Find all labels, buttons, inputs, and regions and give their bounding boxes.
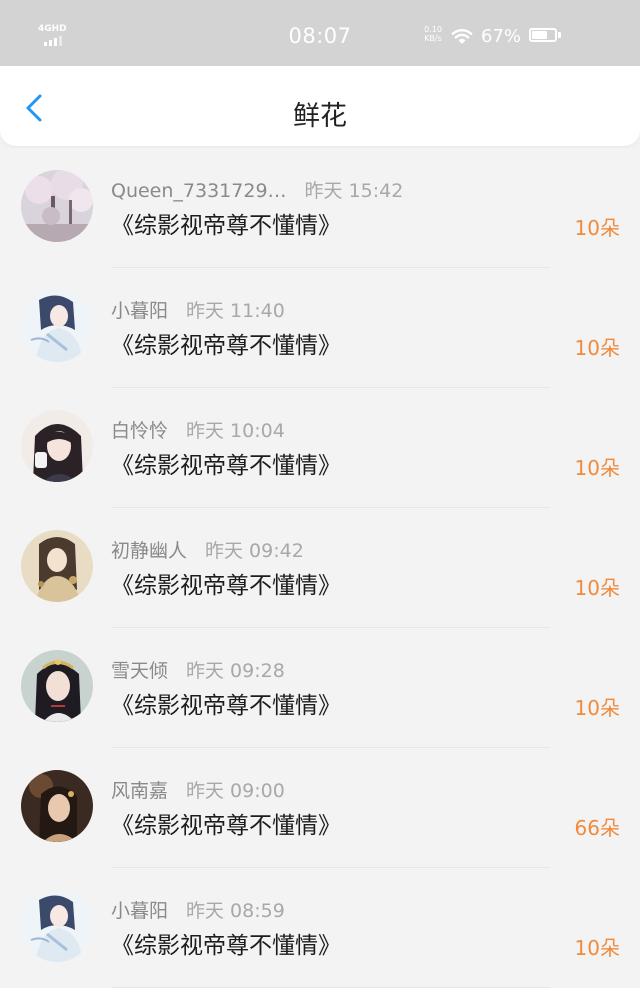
book-title: 《综影视帝尊不懂情》 — [111, 213, 341, 239]
battery-icon — [529, 28, 557, 42]
list-item[interactable]: 风南嘉 昨天 09:00 《综影视帝尊不懂情》 66朵 — [0, 748, 640, 868]
timestamp: 昨天 09:00 — [186, 780, 285, 802]
timestamp: 昨天 09:42 — [205, 540, 304, 562]
book-title: 《综影视帝尊不懂情》 — [111, 693, 341, 719]
timestamp: 昨天 15:42 — [304, 180, 404, 202]
flower-amount: 10朵 — [574, 696, 620, 720]
flower-amount: 10朵 — [574, 216, 620, 240]
avatar[interactable] — [21, 410, 93, 482]
username: 雪天倾 — [111, 660, 169, 682]
flower-amount: 10朵 — [574, 936, 620, 960]
item-meta: 小暮阳 昨天 08:59 — [111, 896, 285, 923]
list-item[interactable]: 初静幽人 昨天 09:42 《综影视帝尊不懂情》 10朵 — [0, 508, 640, 628]
item-meta: 白怜怜 昨天 10:04 — [111, 416, 285, 443]
book-title: 《综影视帝尊不懂情》 — [111, 333, 341, 359]
battery-tip — [558, 32, 561, 38]
network-speed-value: 0.10 — [424, 25, 442, 34]
list-item[interactable]: Queen_7331729… 昨天 15:42 《综影视帝尊不懂情》 10朵 — [0, 148, 640, 268]
avatar[interactable] — [21, 890, 93, 962]
flower-amount: 66朵 — [574, 816, 620, 840]
timestamp: 昨天 08:59 — [186, 900, 285, 922]
item-meta: 风南嘉 昨天 09:00 — [111, 776, 285, 803]
username: 白怜怜 — [111, 420, 169, 442]
username: Queen_7331729… — [111, 180, 287, 202]
book-title: 《综影视帝尊不懂情》 — [111, 453, 341, 479]
flower-amount: 10朵 — [574, 576, 620, 600]
battery-level-fill — [532, 31, 547, 39]
list-item[interactable]: 小暮阳 昨天 11:40 《综影视帝尊不懂情》 10朵 — [0, 268, 640, 388]
item-meta: Queen_7331729… 昨天 15:42 — [111, 176, 403, 203]
list-item[interactable]: 小暮阳 昨天 08:59 《综影视帝尊不懂情》 10朵 — [0, 868, 640, 988]
book-title: 《综影视帝尊不懂情》 — [111, 813, 341, 839]
network-speed: 0.10 KB/s — [418, 25, 448, 43]
item-meta: 雪天倾 昨天 09:28 — [111, 656, 285, 683]
username: 小暮阳 — [111, 300, 169, 322]
flower-amount: 10朵 — [574, 336, 620, 360]
status-bar: 4GHD 08:07 0.10 KB/s 67% — [0, 0, 640, 66]
page-title: 鲜花 — [293, 101, 347, 132]
avatar[interactable] — [21, 530, 93, 602]
item-meta: 小暮阳 昨天 11:40 — [111, 296, 285, 323]
list-item[interactable]: 白怜怜 昨天 10:04 《综影视帝尊不懂情》 10朵 — [0, 388, 640, 508]
timestamp: 昨天 11:40 — [186, 300, 285, 322]
username: 初静幽人 — [111, 540, 188, 562]
network-speed-unit: KB/s — [424, 34, 442, 43]
book-title: 《综影视帝尊不懂情》 — [111, 573, 341, 599]
username: 小暮阳 — [111, 900, 169, 922]
avatar[interactable] — [21, 770, 93, 842]
list-item[interactable]: 雪天倾 昨天 09:28 《综影视帝尊不懂情》 10朵 — [0, 628, 640, 748]
app-header: 鲜花 — [0, 66, 640, 146]
flower-amount: 10朵 — [574, 456, 620, 480]
avatar[interactable] — [21, 650, 93, 722]
wifi-icon — [451, 29, 473, 44]
item-meta: 初静幽人 昨天 09:42 — [111, 536, 304, 563]
book-title: 《综影视帝尊不懂情》 — [111, 933, 341, 959]
timestamp: 昨天 10:04 — [186, 420, 285, 442]
timestamp: 昨天 09:28 — [186, 660, 285, 682]
battery-percent: 67% — [481, 26, 522, 47]
avatar[interactable] — [21, 290, 93, 362]
flower-gift-list: Queen_7331729… 昨天 15:42 《综影视帝尊不懂情》 10朵 小暮阳 昨天… — [0, 148, 640, 988]
username: 风南嘉 — [111, 780, 169, 802]
avatar[interactable] — [21, 170, 93, 242]
